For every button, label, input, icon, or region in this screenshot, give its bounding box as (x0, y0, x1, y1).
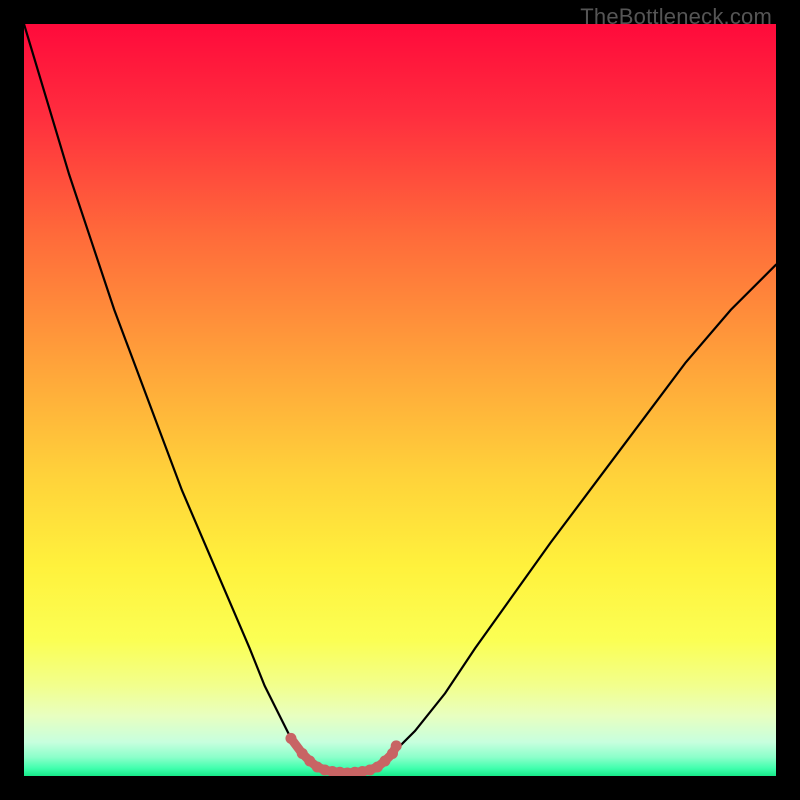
valley-dot (285, 733, 296, 744)
valley-dot (391, 740, 402, 751)
bottleneck-curve (24, 24, 776, 776)
chart-frame: TheBottleneck.com (0, 0, 800, 800)
watermark-text: TheBottleneck.com (580, 4, 772, 30)
plot-area (24, 24, 776, 776)
